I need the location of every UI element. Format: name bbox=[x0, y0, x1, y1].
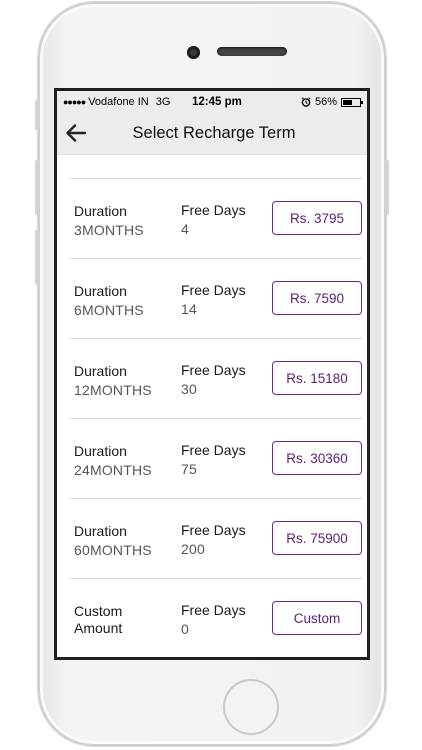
duration-value: 60MONTHS bbox=[74, 542, 152, 558]
duration-label: Duration bbox=[74, 363, 127, 379]
battery-icon bbox=[341, 97, 363, 107]
network-type: 3G bbox=[155, 96, 171, 108]
free-days-value: 75 bbox=[181, 461, 197, 477]
duration-label: Duration bbox=[74, 203, 127, 219]
plan-row: Duration 60MONTHS Free Days 200 Rs. 7590… bbox=[70, 499, 362, 579]
free-days-value: 0 bbox=[181, 621, 189, 637]
free-days-label: Free Days bbox=[181, 442, 246, 458]
carrier-name: Vodafone IN bbox=[88, 96, 149, 108]
free-days-label: Free Days bbox=[181, 602, 246, 618]
duration-label: Duration bbox=[74, 443, 127, 459]
plan-row: Duration 3MONTHS Free Days 4 Rs. 3795 bbox=[70, 179, 362, 259]
free-days-value: 14 bbox=[181, 301, 197, 317]
nav-bar: Select Recharge Term bbox=[57, 113, 367, 155]
plan-row: Duration 24MONTHS Free Days 75 Rs. 30360 bbox=[70, 419, 362, 499]
price-button[interactable]: Rs. 3795 bbox=[272, 201, 362, 235]
price-button[interactable]: Rs. 75900 bbox=[272, 521, 362, 555]
free-days-label: Free Days bbox=[181, 202, 246, 218]
status-time: 12:45 pm bbox=[192, 96, 242, 108]
custom-button[interactable]: Custom bbox=[272, 601, 362, 635]
free-days-value: 4 bbox=[181, 221, 189, 237]
earpiece-speaker bbox=[217, 47, 287, 56]
free-days-label: Free Days bbox=[181, 282, 246, 298]
duration-label: Duration bbox=[74, 283, 127, 299]
alarm-icon bbox=[301, 97, 311, 107]
free-days-value: 30 bbox=[181, 381, 197, 397]
arrow-left-icon[interactable] bbox=[65, 122, 87, 144]
signal-icon: ●●●●● bbox=[63, 97, 86, 107]
volume-down-button bbox=[35, 230, 39, 285]
battery-percent: 56% bbox=[314, 96, 337, 108]
power-button bbox=[385, 160, 389, 215]
price-button[interactable]: Rs. 15180 bbox=[272, 361, 362, 395]
free-days-value: 200 bbox=[181, 541, 205, 557]
duration-label: Duration bbox=[74, 523, 127, 539]
price-button[interactable]: Rs. 7590 bbox=[272, 281, 362, 315]
page-title: Select Recharge Term bbox=[132, 124, 296, 142]
status-bar: ●●●●● Vodafone IN 3G 12:45 pm 56% bbox=[57, 91, 367, 113]
plan-row: Duration 12MONTHS Free Days 30 Rs. 15180 bbox=[70, 339, 362, 419]
front-camera bbox=[187, 46, 200, 59]
app-screen: ●●●●● Vodafone IN 3G 12:45 pm 56% Select… bbox=[54, 88, 370, 660]
duration-value: 12MONTHS bbox=[74, 382, 152, 398]
free-days-label: Free Days bbox=[181, 522, 246, 538]
duration-value: 24MONTHS bbox=[74, 462, 152, 478]
custom-amount-label: Custom Amount bbox=[74, 603, 123, 636]
duration-value: 3MONTHS bbox=[74, 222, 144, 238]
home-button[interactable] bbox=[223, 679, 279, 735]
duration-value: 6MONTHS bbox=[74, 302, 144, 318]
volume-up-button bbox=[35, 160, 39, 215]
free-days-label: Free Days bbox=[181, 362, 246, 378]
mute-switch bbox=[35, 100, 39, 130]
custom-row: Custom Amount Free Days 0 Custom bbox=[70, 579, 362, 657]
price-button[interactable]: Rs. 30360 bbox=[272, 441, 362, 475]
plan-row: Duration 6MONTHS Free Days 14 Rs. 7590 bbox=[70, 259, 362, 339]
